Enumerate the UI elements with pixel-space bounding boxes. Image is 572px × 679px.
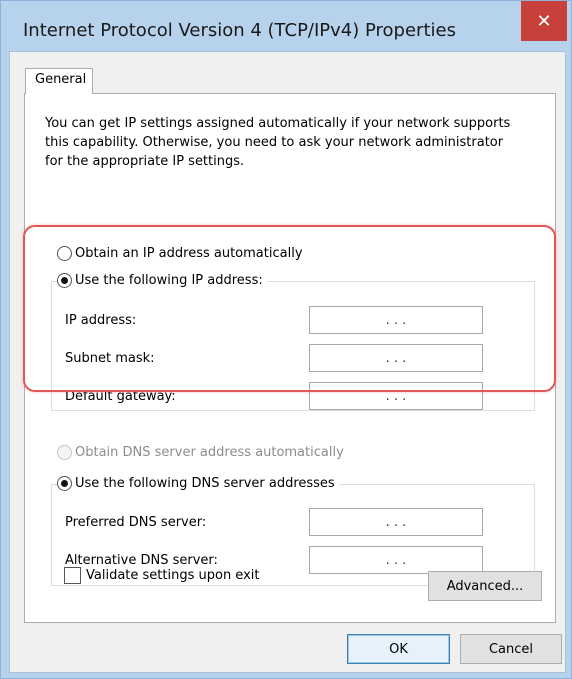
advanced-button[interactable]: Advanced... — [428, 571, 542, 601]
obtain-dns-auto-radio[interactable]: Obtain DNS server address automatically — [57, 445, 344, 460]
preferred-dns-input[interactable]: . . . — [309, 508, 483, 536]
window-title: Internet Protocol Version 4 (TCP/IPv4) P… — [23, 20, 456, 41]
ok-button[interactable]: OK — [347, 634, 450, 664]
validate-settings-checkbox[interactable]: Validate settings upon exit — [64, 567, 259, 584]
alternative-dns-dots: . . . — [385, 552, 407, 568]
obtain-dns-auto-label: Obtain DNS server address automatically — [75, 445, 344, 460]
radio-button-disabled[interactable] — [57, 445, 72, 460]
validate-settings-label: Validate settings upon exit — [86, 568, 260, 583]
checkbox-box[interactable] — [64, 567, 81, 584]
highlight-annotation — [23, 225, 556, 392]
dialog-window: Internet Protocol Version 4 (TCP/IPv4) P… — [0, 0, 572, 679]
close-icon: ✕ — [536, 10, 552, 32]
alternative-dns-input[interactable]: . . . — [309, 546, 483, 574]
preferred-dns-label: Preferred DNS server: — [65, 515, 207, 530]
close-button[interactable]: ✕ — [521, 1, 567, 41]
alternative-dns-label: Alternative DNS server: — [65, 553, 218, 568]
use-following-dns-radio[interactable]: Use the following DNS server addresses — [57, 476, 339, 491]
cancel-button[interactable]: Cancel — [460, 634, 562, 664]
preferred-dns-dots: . . . — [385, 514, 407, 530]
radio-button-checked[interactable] — [57, 476, 72, 491]
description-text: You can get IP settings assigned automat… — [45, 116, 511, 169]
use-following-dns-label: Use the following DNS server addresses — [75, 476, 335, 491]
tab-general[interactable]: General — [25, 68, 93, 94]
